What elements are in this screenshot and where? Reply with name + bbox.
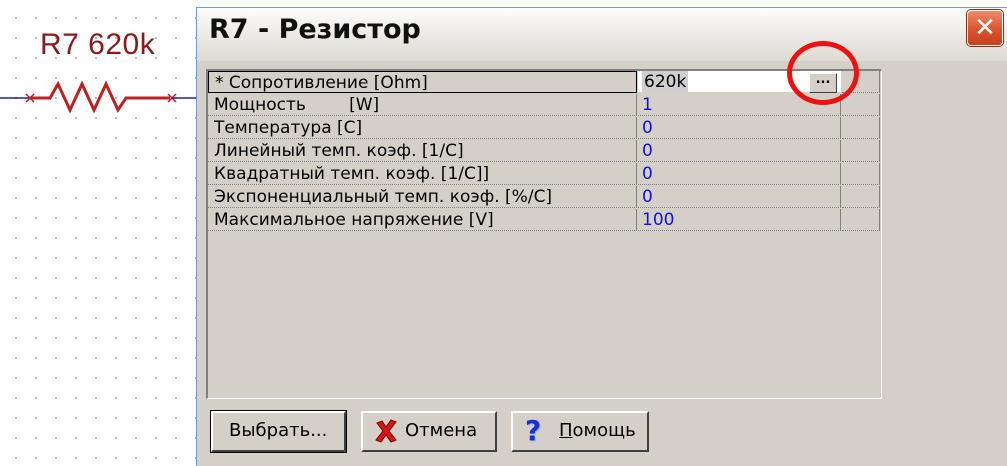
property-name: Максимальное напряжение [V] <box>208 209 637 231</box>
property-value[interactable]: 100 <box>638 209 841 231</box>
property-value[interactable]: 620k <box>642 71 689 93</box>
property-extra-cell <box>842 186 880 208</box>
cancel-button-label: Отмена <box>405 420 478 441</box>
question-mark-icon: ? <box>525 414 542 447</box>
property-name[interactable]: * Сопротивление [Ohm] <box>208 71 637 93</box>
property-extra-cell <box>842 71 880 93</box>
red-x-icon <box>375 419 397 443</box>
help-button-label: Помощь <box>559 420 636 441</box>
property-name: Температура [C] <box>208 117 637 139</box>
property-name: Линейный темп. коэф. [1/C] <box>208 140 637 162</box>
property-extra-cell <box>842 140 880 162</box>
property-name: Квадратный темп. коэф. [1/C]] <box>208 163 637 185</box>
close-icon: ✕ <box>974 13 996 43</box>
property-value[interactable]: 0 <box>638 140 841 162</box>
property-value[interactable]: 0 <box>638 117 841 139</box>
property-name: Экспоненциальный темп. коэф. [%/C] <box>208 186 637 208</box>
property-value[interactable]: 0 <box>638 186 841 208</box>
browse-button[interactable]: ... <box>809 73 837 93</box>
close-button[interactable]: ✕ <box>967 10 1003 46</box>
property-row-exponential-tc[interactable]: Экспоненциальный темп. коэф. [%/C] 0 <box>208 186 880 209</box>
property-row-linear-tc[interactable]: Линейный темп. коэф. [1/C] 0 <box>208 140 880 163</box>
resistor-symbol[interactable] <box>0 80 200 120</box>
choose-button-label: Выбрать... <box>229 420 328 441</box>
property-row-power[interactable]: Мощность [W] 1 <box>208 94 880 117</box>
property-grid: * Сопротивление [Ohm] 620k ... Мощность … <box>206 69 882 399</box>
property-extra-cell <box>842 117 880 139</box>
property-extra-cell <box>842 94 880 116</box>
property-extra-cell <box>842 163 880 185</box>
property-row-quadratic-tc[interactable]: Квадратный темп. коэф. [1/C]] 0 <box>208 163 880 186</box>
choose-button[interactable]: Выбрать... <box>211 411 346 452</box>
resistance-value-input[interactable]: 620k ... <box>638 71 841 93</box>
property-row-temperature[interactable]: Температура [C] 0 <box>208 117 880 140</box>
help-button[interactable]: ? Помощь <box>511 411 649 452</box>
resistor-ref-label[interactable]: R7 620k <box>40 28 155 62</box>
property-value[interactable]: 0 <box>638 163 841 185</box>
property-extra-cell <box>842 209 880 231</box>
title-bar[interactable]: R7 - Резистор ✕ <box>197 8 1007 61</box>
property-value[interactable]: 1 <box>638 94 841 116</box>
property-row-max-voltage[interactable]: Максимальное напряжение [V] 100 <box>208 209 880 232</box>
resistor-dialog: R7 - Резистор ✕ * Сопротивление [Ohm] 62… <box>196 7 1007 466</box>
property-row-resistance[interactable]: * Сопротивление [Ohm] 620k ... <box>208 71 880 94</box>
cancel-button[interactable]: Отмена <box>361 411 497 452</box>
window-title: R7 - Резистор <box>209 14 421 45</box>
property-name: Мощность [W] <box>208 94 637 116</box>
